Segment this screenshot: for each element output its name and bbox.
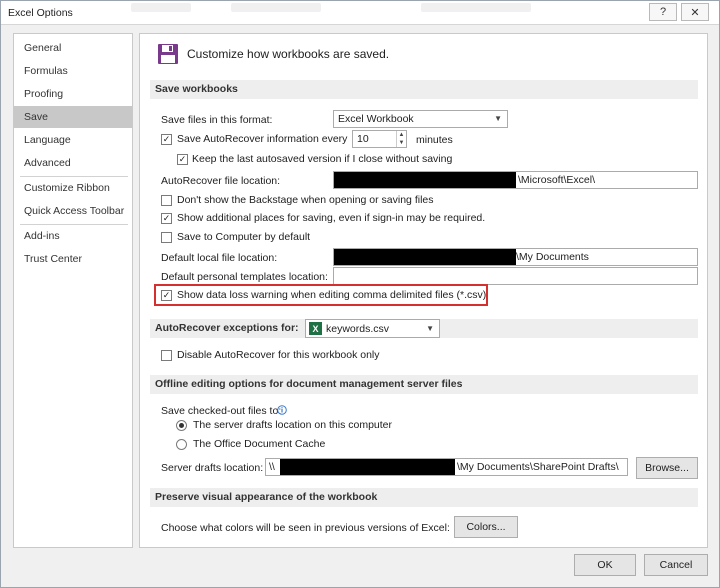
section-save-workbooks: Save workbooks xyxy=(150,80,698,99)
additional-places-label: Show additional places for saving, even … xyxy=(177,212,486,224)
format-value: Excel Workbook xyxy=(338,113,414,125)
autorecover-location-value: \Microsoft\Excel\ xyxy=(518,174,596,186)
autorecover-label: Save AutoRecover information every xyxy=(177,133,348,145)
backstage-checkbox[interactable] xyxy=(161,195,172,206)
templates-input[interactable] xyxy=(333,267,698,285)
autorecover-minutes-spinner[interactable]: 10 ▲ ▼ xyxy=(352,130,407,148)
radio-server-drafts[interactable] xyxy=(176,420,187,431)
background-ghost-text xyxy=(231,3,321,12)
colors-button[interactable]: Colors... xyxy=(454,516,518,538)
background-ghost-text xyxy=(131,3,191,12)
drafts-location-input[interactable]: \\ \My Documents\SharePoint Drafts\ xyxy=(265,458,628,476)
help-icon: ? xyxy=(659,6,667,18)
local-file-value: \My Documents xyxy=(516,251,589,263)
sidebar-item-formulas[interactable]: Formulas xyxy=(14,60,132,82)
radio-server-drafts-label: The server drafts location on this compu… xyxy=(193,419,393,431)
local-file-input[interactable]: \My Documents xyxy=(333,248,698,266)
excel-file-icon: X xyxy=(309,322,322,335)
chevron-down-icon: ▼ xyxy=(426,324,434,333)
excel-options-dialog: Excel Options ? ✕ General Formulas Proof… xyxy=(0,0,720,588)
format-label: Save files in this format: xyxy=(161,114,273,126)
radio-office-cache-label: The Office Document Cache xyxy=(193,438,326,450)
sidebar-item-proofing[interactable]: Proofing xyxy=(14,83,132,105)
cancel-button[interactable]: Cancel xyxy=(644,554,708,576)
sidebar-item-save[interactable]: Save xyxy=(14,106,132,128)
drafts-location-suffix: \My Documents\SharePoint Drafts\ xyxy=(457,461,619,473)
window-title: Excel Options xyxy=(8,7,73,19)
keep-last-checkbox[interactable]: ✓ xyxy=(177,154,188,165)
data-loss-warning-checkbox[interactable]: ✓ xyxy=(161,290,172,301)
sidebar-item-general[interactable]: General xyxy=(14,37,132,59)
autorecover-exceptions-title: AutoRecover exceptions for: xyxy=(155,322,299,334)
drafts-location-prefix: \\ xyxy=(269,461,275,473)
format-dropdown[interactable]: Excel Workbook ▼ xyxy=(333,110,508,128)
redacted-path xyxy=(334,249,516,265)
background-ghost-text xyxy=(421,3,531,12)
save-disk-icon xyxy=(158,44,178,64)
save-to-computer-label: Save to Computer by default xyxy=(177,231,311,243)
sidebar-item-add-ins[interactable]: Add-ins xyxy=(14,225,132,247)
autorecover-checkbox[interactable]: ✓ xyxy=(161,134,172,145)
close-button[interactable]: ✕ xyxy=(681,3,709,21)
exception-workbook-dropdown[interactable]: X keywords.csv ▼ xyxy=(305,319,440,338)
data-loss-warning-label: Show data loss warning when editing comm… xyxy=(177,289,487,301)
spinner-arrows-icon[interactable]: ▲ ▼ xyxy=(396,131,406,147)
radio-office-cache[interactable] xyxy=(176,439,187,450)
close-icon: ✕ xyxy=(690,6,700,19)
help-button[interactable]: ? xyxy=(649,3,677,21)
save-options-panel: Customize how workbooks are saved. Save … xyxy=(139,33,708,548)
drafts-location-label: Server drafts location: xyxy=(161,462,264,474)
autorecover-location-input[interactable]: \Microsoft\Excel\ xyxy=(333,171,698,189)
sidebar-item-customize-ribbon[interactable]: Customize Ribbon xyxy=(14,177,132,199)
info-icon xyxy=(277,405,287,415)
checked-out-label: Save checked-out files to: xyxy=(161,405,282,417)
sidebar-item-language[interactable]: Language xyxy=(14,129,132,151)
additional-places-checkbox[interactable]: ✓ xyxy=(161,213,172,224)
local-file-label: Default local file location: xyxy=(161,252,278,264)
colors-description: Choose what colors will be seen in previ… xyxy=(161,522,450,534)
autorecover-minutes-value: 10 xyxy=(357,133,369,145)
redacted-path xyxy=(334,172,516,188)
title-bar: Excel Options ? ✕ xyxy=(1,1,719,25)
chevron-down-icon: ▼ xyxy=(494,114,502,123)
disable-autorecover-checkbox[interactable] xyxy=(161,350,172,361)
section-offline-editing: Offline editing options for document man… xyxy=(150,375,698,394)
templates-label: Default personal templates location: xyxy=(161,271,328,283)
page-heading: Customize how workbooks are saved. xyxy=(187,47,390,61)
options-sidebar: General Formulas Proofing Save Language … xyxy=(13,33,133,548)
sidebar-item-trust-center[interactable]: Trust Center xyxy=(14,248,132,270)
autorecover-location-label: AutoRecover file location: xyxy=(161,175,281,187)
keep-last-label: Keep the last autosaved version if I clo… xyxy=(192,153,453,165)
disable-autorecover-label: Disable AutoRecover for this workbook on… xyxy=(177,349,380,361)
sidebar-item-quick-access-toolbar[interactable]: Quick Access Toolbar xyxy=(14,200,132,222)
section-preserve-appearance: Preserve visual appearance of the workbo… xyxy=(150,488,698,507)
save-to-computer-checkbox[interactable] xyxy=(161,232,172,243)
backstage-label: Don't show the Backstage when opening or… xyxy=(177,194,434,206)
minutes-label: minutes xyxy=(416,134,453,146)
browse-button[interactable]: Browse... xyxy=(636,457,698,479)
sidebar-item-advanced[interactable]: Advanced xyxy=(14,152,132,174)
svg-text:X: X xyxy=(312,324,318,334)
ok-button[interactable]: OK xyxy=(574,554,636,576)
exception-workbook-value: keywords.csv xyxy=(326,323,390,335)
redacted-path xyxy=(280,459,455,475)
